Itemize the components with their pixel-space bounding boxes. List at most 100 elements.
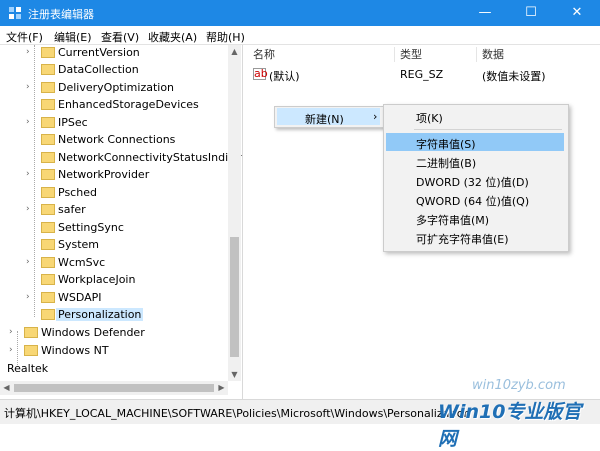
- menu-edit[interactable]: 编辑(E): [54, 29, 92, 45]
- tree-item[interactable]: › WSDAPI: [0, 290, 228, 307]
- value-type: REG_SZ: [400, 68, 444, 81]
- folder-icon: [41, 47, 55, 58]
- tree-item[interactable]: EnhancedStorageDevices: [0, 97, 228, 114]
- folder-icon: [24, 327, 38, 338]
- chevron-right-icon[interactable]: ›: [26, 82, 30, 92]
- window-title: 注册表编辑器: [28, 8, 94, 21]
- minimize-button[interactable]: —: [462, 0, 508, 26]
- menu-item-label: 二进制值(B): [416, 157, 477, 170]
- tree-item-label: Psched: [58, 186, 97, 199]
- tree-item[interactable]: DataCollection: [0, 62, 228, 79]
- menu-item-label: 可扩充字符串值(E): [416, 233, 509, 246]
- tree-item[interactable]: System: [0, 237, 228, 254]
- menu-item-binary-value[interactable]: 二进制值(B): [386, 152, 564, 170]
- watermark-site: win10zyb.com: [472, 378, 566, 393]
- registry-tree[interactable]: › CurrentVersion DataCollection › Delivery…: [0, 45, 243, 399]
- folder-icon: [41, 152, 55, 163]
- tree-item[interactable]: SettingSync: [0, 220, 228, 237]
- column-separator[interactable]: [476, 47, 477, 62]
- tree-item[interactable]: WorkplaceJoin: [0, 272, 228, 289]
- tree-item-label: IPSec: [58, 116, 88, 129]
- scroll-up-arrow-icon[interactable]: ▲: [228, 45, 241, 58]
- tree-item-label: DataCollection: [58, 63, 139, 76]
- menu-item-dword-value[interactable]: DWORD (32 位)值(D): [386, 171, 564, 189]
- chevron-right-icon[interactable]: ›: [9, 327, 13, 337]
- scroll-thumb[interactable]: [230, 237, 239, 357]
- chevron-right-icon[interactable]: ›: [9, 345, 13, 355]
- folder-icon: [41, 187, 55, 198]
- tree-item-label: Network Connections: [58, 133, 176, 146]
- chevron-right-icon[interactable]: ›: [26, 204, 30, 214]
- folder-icon: [41, 99, 55, 110]
- menu-file[interactable]: 文件(F): [6, 29, 43, 45]
- tree-item[interactable]: Network Connections: [0, 132, 228, 149]
- menu-favorites[interactable]: 收藏夹(A): [148, 29, 197, 45]
- scroll-down-arrow-icon[interactable]: ▼: [228, 368, 241, 381]
- tree-vertical-scrollbar[interactable]: ▲ ▼: [228, 45, 241, 381]
- close-button[interactable]: ✕: [554, 0, 600, 26]
- folder-icon: [41, 274, 55, 285]
- tree-item-label: Windows Defender: [41, 326, 145, 339]
- column-header-type[interactable]: 类型: [400, 45, 422, 64]
- menu-bar: 文件(F) 编辑(E) 查看(V) 收藏夹(A) 帮助(H): [0, 26, 600, 44]
- chevron-right-icon: ›: [373, 110, 378, 123]
- menu-item-label: DWORD (32 位)值(D): [416, 176, 529, 189]
- tree-item-label: NetworkProvider: [58, 168, 150, 181]
- column-header-name[interactable]: 名称: [253, 45, 275, 64]
- scroll-thumb[interactable]: [14, 384, 214, 392]
- title-bar: 注册表编辑器 — ☐ ✕: [0, 0, 600, 26]
- tree-item[interactable]: › safer: [0, 202, 228, 219]
- folder-icon: [41, 82, 55, 93]
- regedit-icon: [9, 7, 21, 19]
- tree-item-label: System: [58, 238, 100, 251]
- chevron-right-icon[interactable]: ›: [26, 169, 30, 179]
- menu-item-new[interactable]: 新建(N) ›: [277, 108, 380, 126]
- tree-item[interactable]: Psched: [0, 185, 228, 202]
- folder-icon: [41, 292, 55, 303]
- chevron-right-icon[interactable]: ›: [26, 47, 30, 57]
- maximize-button[interactable]: ☐: [508, 0, 554, 26]
- tree-item-label: SettingSync: [58, 221, 124, 234]
- menu-help[interactable]: 帮助(H): [206, 29, 245, 45]
- folder-icon: [41, 64, 55, 75]
- folder-open-icon: [41, 309, 55, 320]
- menu-item-multi-string-value[interactable]: 多字符串值(M): [386, 209, 564, 227]
- tree-item[interactable]: NetworkConnectivityStatusIndicat: [0, 150, 242, 167]
- folder-icon: [41, 117, 55, 128]
- tree-item[interactable]: › IPSec: [0, 115, 228, 132]
- chevron-right-icon[interactable]: ›: [26, 292, 30, 302]
- folder-icon: [41, 239, 55, 250]
- column-header-data[interactable]: 数据: [482, 45, 504, 64]
- chevron-right-icon[interactable]: ›: [26, 117, 30, 127]
- column-separator[interactable]: [394, 47, 395, 62]
- tree-item[interactable]: › NetworkProvider: [0, 167, 228, 184]
- registry-path: 计算机\HKEY_LOCAL_MACHINE\SOFTWARE\Policies…: [4, 407, 471, 420]
- tree-item[interactable]: › WcmSvc: [0, 255, 228, 272]
- tree-item-selected[interactable]: Personalization: [0, 307, 228, 324]
- menu-item-expandable-string-value[interactable]: 可扩充字符串值(E): [386, 228, 564, 246]
- tree-item[interactable]: › Windows NT: [0, 343, 228, 360]
- menu-view[interactable]: 查看(V): [101, 29, 139, 45]
- menu-item-string-value[interactable]: 字符串值(S): [386, 133, 564, 151]
- tree-item[interactable]: › DeliveryOptimization: [0, 80, 228, 97]
- menu-item-key[interactable]: 项(K): [386, 107, 564, 125]
- menu-item-qword-value[interactable]: QWORD (64 位)值(Q): [386, 190, 564, 208]
- tree-item[interactable]: Realtek: [0, 361, 228, 378]
- tree-item[interactable]: › CurrentVersion: [0, 45, 228, 62]
- scroll-left-arrow-icon[interactable]: ◀: [0, 381, 13, 395]
- menu-item-label: 项(K): [416, 112, 443, 125]
- new-submenu: 项(K) 字符串值(S) 二进制值(B) DWORD (32 位)值(D) QW…: [383, 104, 569, 252]
- folder-icon: [41, 169, 55, 180]
- scroll-right-arrow-icon[interactable]: ▶: [215, 381, 228, 395]
- tree-item-label: Personalization: [56, 308, 144, 321]
- menu-separator: [414, 129, 562, 130]
- tree-horizontal-scrollbar[interactable]: ◀ ▶: [0, 381, 228, 395]
- value-row[interactable]: ab (默认) REG_SZ (数值未设置): [247, 66, 600, 84]
- folder-icon: [41, 204, 55, 215]
- value-data: (数值未设置): [482, 70, 546, 83]
- tree-item-label: WSDAPI: [58, 291, 102, 304]
- tree-item[interactable]: › Windows Defender: [0, 325, 228, 342]
- tree-item-label: Windows NT: [41, 344, 109, 357]
- folder-icon: [24, 345, 38, 356]
- chevron-right-icon[interactable]: ›: [26, 257, 30, 267]
